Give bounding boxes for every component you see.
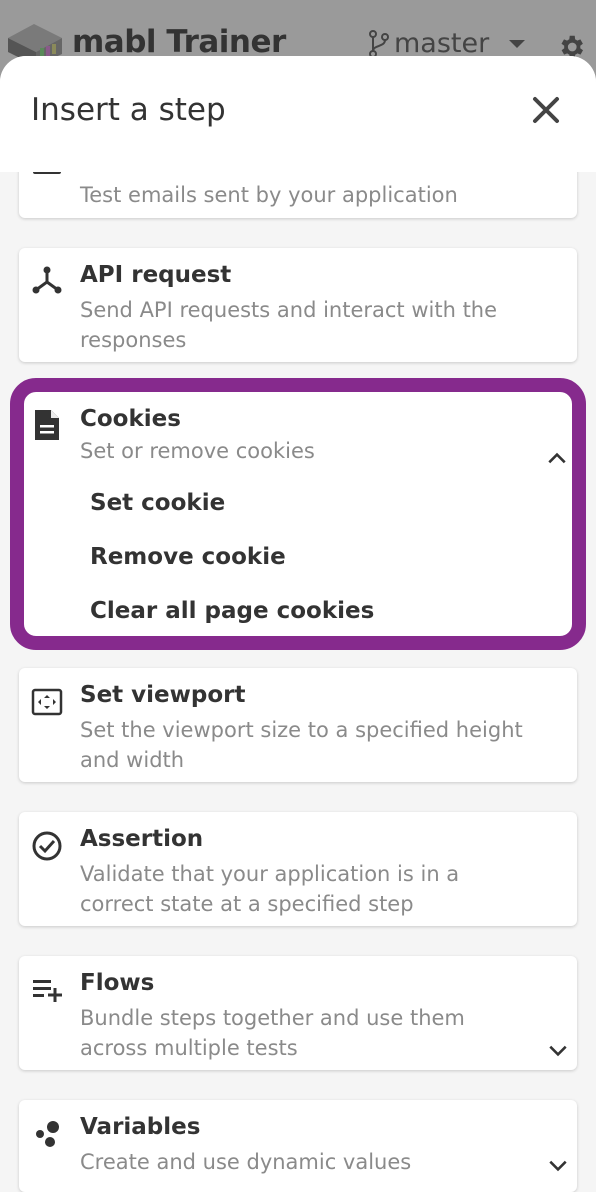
chevron-up-icon[interactable]: [547, 452, 567, 464]
modal-title: Insert a step: [31, 92, 226, 128]
branch-icon: [369, 29, 389, 58]
step-title: API request: [80, 262, 232, 288]
chevron-down-icon[interactable]: [548, 1045, 568, 1057]
close-icon[interactable]: [530, 94, 562, 126]
chevron-down-icon[interactable]: [548, 1160, 568, 1172]
step-desc: Validate that your application is in a c…: [80, 862, 460, 916]
check-circle-icon: [32, 831, 62, 861]
api-icon: [32, 266, 62, 294]
step-desc: Create and use dynamic values: [80, 1150, 412, 1174]
step-card-api-request[interactable]: API request Send API requests and intera…: [19, 248, 577, 362]
branch-name: master: [394, 28, 490, 59]
caret-down-icon: [509, 39, 526, 48]
step-desc: Set or remove cookies: [80, 439, 315, 463]
document-icon: [35, 410, 59, 440]
step-card-cookies[interactable]: Cookies Set or remove cookies Set cookie…: [10, 378, 586, 650]
step-card-set-viewport[interactable]: Set viewport Set the viewport size to a …: [19, 668, 577, 782]
step-title: Flows: [80, 970, 155, 996]
step-card-variables[interactable]: Variables Create and use dynamic values: [19, 1100, 577, 1192]
step-desc: Send API requests and interact with the …: [80, 298, 498, 352]
menu-item-set-cookie[interactable]: Set cookie: [90, 490, 225, 516]
step-card-flows[interactable]: Flows Bundle steps together and use them…: [19, 956, 577, 1070]
menu-item-clear-all-cookies[interactable]: Clear all page cookies: [90, 598, 374, 624]
step-title: Assertion: [80, 826, 204, 852]
sheet-header: Insert a step: [0, 56, 596, 172]
step-desc: Set the viewport size to a specified hei…: [80, 718, 523, 772]
app-title: mabl Trainer: [72, 24, 286, 60]
step-card-assertion[interactable]: Assertion Validate that your application…: [19, 812, 577, 926]
step-title: Cookies: [80, 406, 181, 432]
step-desc: Bundle steps together and use them acros…: [80, 1006, 465, 1060]
step-title: Set viewport: [80, 682, 246, 708]
branch-selector[interactable]: master: [368, 28, 526, 59]
viewport-icon: [31, 688, 63, 716]
step-desc: Test emails sent by your application: [80, 183, 458, 207]
menu-item-remove-cookie[interactable]: Remove cookie: [90, 544, 286, 570]
playlist-add-icon: [33, 980, 62, 1002]
insert-step-sheet: Test emails sent by your application Ins…: [0, 56, 596, 1192]
step-title: Variables: [80, 1114, 201, 1140]
variables-icon: [36, 1121, 59, 1147]
